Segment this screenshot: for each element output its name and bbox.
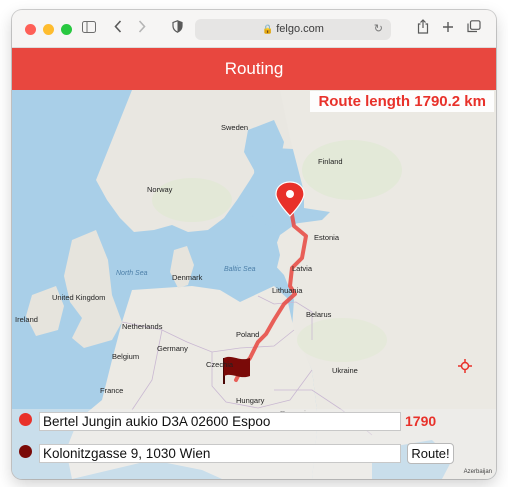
map-label: Azerbaijan	[463, 469, 492, 475]
map-label: Lithuania	[272, 286, 303, 295]
forward-icon[interactable]	[138, 19, 146, 39]
end-point-icon	[19, 445, 32, 458]
map-label: Denmark	[172, 273, 203, 282]
browser-window: 🔒 felgo.com ↻ Routing Sweden Norway Finl…	[12, 10, 496, 479]
start-point-icon	[19, 413, 32, 426]
url-text: felgo.com	[276, 23, 324, 35]
share-icon[interactable]	[417, 19, 429, 40]
route-button[interactable]: Route!	[407, 443, 454, 464]
map-label: Netherlands	[122, 322, 163, 331]
map-label: Belarus	[306, 310, 332, 319]
back-icon[interactable]	[114, 19, 122, 39]
reload-icon[interactable]: ↻	[374, 19, 383, 40]
map-label: Norway	[147, 185, 173, 194]
map-label: United Kingdom	[52, 293, 106, 302]
start-address-field[interactable]: Bertel Jungin aukio D3A 02600 Espoo	[39, 412, 401, 431]
browser-toolbar: 🔒 felgo.com ↻	[12, 10, 496, 48]
map-label: Baltic Sea	[224, 266, 256, 273]
address-bar[interactable]: 🔒 felgo.com ↻	[195, 19, 391, 40]
close-window-button[interactable]	[25, 24, 36, 35]
zoom-window-button[interactable]	[61, 24, 72, 35]
route-length-label: Route length 1790.2 km	[310, 91, 494, 112]
new-tab-icon[interactable]	[442, 19, 454, 39]
sidebar-icon[interactable]	[82, 19, 96, 39]
end-address-field[interactable]: Kolonitzgasse 9, 1030 Wien	[39, 444, 401, 463]
map-label: Latvia	[292, 264, 313, 273]
map-label: Belgium	[112, 352, 140, 361]
map-label: France	[100, 386, 124, 395]
map-label: Estonia	[314, 233, 340, 242]
shield-icon[interactable]	[172, 19, 183, 39]
minimize-window-button[interactable]	[43, 24, 54, 35]
map-label: Hungary	[236, 396, 265, 405]
map-label: Sweden	[221, 123, 249, 132]
tabs-icon[interactable]	[467, 19, 481, 39]
map-label: Finland	[318, 157, 343, 166]
route-input-panel: Bertel Jungin aukio D3A 02600 Espoo 1790…	[12, 409, 496, 479]
locate-icon[interactable]	[458, 359, 472, 373]
map-label: North Sea	[116, 270, 148, 277]
map-label: Ireland	[15, 315, 38, 324]
route-length-value: 1790	[405, 413, 437, 429]
app-header: Routing	[12, 48, 496, 90]
lock-icon: 🔒	[262, 24, 274, 34]
map-label: Ukraine	[332, 366, 358, 375]
map-label: Czechia	[206, 360, 234, 369]
page-title: Routing	[224, 59, 284, 78]
map-label: Germany	[157, 344, 188, 353]
map-label: Poland	[236, 330, 260, 339]
